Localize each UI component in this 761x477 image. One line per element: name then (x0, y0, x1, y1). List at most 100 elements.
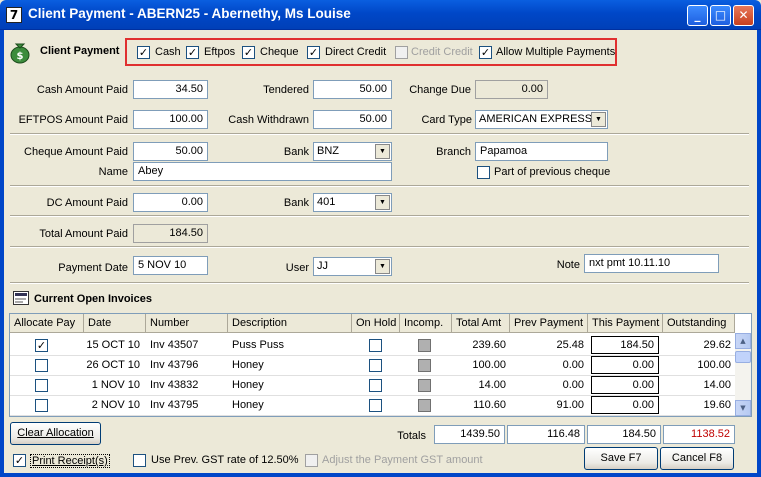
allocate-checkbox[interactable] (35, 379, 48, 392)
incomplete-checkbox (418, 399, 431, 412)
column-header-description[interactable]: Description (228, 314, 352, 333)
eftpos-checkbox[interactable]: ✓ (186, 46, 199, 59)
cheque-checkbox[interactable]: ✓ (242, 46, 255, 59)
totals-total-amt: 1439.50 (434, 425, 505, 444)
column-header-total-amt[interactable]: Total Amt (452, 314, 510, 333)
chevron-down-icon[interactable]: ▼ (375, 259, 390, 274)
vertical-scrollbar[interactable]: ▲ ▼ (735, 333, 751, 416)
column-header-incomp[interactable]: Incomp. (400, 314, 452, 333)
part-of-previous-cheque-checkbox[interactable] (477, 166, 490, 179)
on-hold-checkbox[interactable] (369, 379, 382, 392)
eftpos-label: Eftpos (204, 46, 236, 58)
column-header-outstanding[interactable]: Outstanding (663, 314, 735, 333)
scroll-up-icon[interactable]: ▲ (735, 333, 751, 349)
change-due-label: Change Due (409, 84, 471, 96)
total-amount-label: Total Amount Paid (39, 228, 128, 240)
print-receipts-checkbox[interactable]: ✓ (13, 454, 26, 467)
invoice-outstanding: 19.60 (703, 399, 731, 411)
column-header-this-payment[interactable]: This Payment (588, 314, 663, 333)
invoice-number: Inv 43832 (150, 379, 199, 391)
column-header-date[interactable]: Date (84, 314, 146, 333)
cash-checkbox[interactable]: ✓ (137, 46, 150, 59)
column-header-allocate-pay[interactable]: Allocate Pay (10, 314, 84, 333)
tendered-input[interactable]: 50.00 (313, 80, 392, 99)
payment-date-label: Payment Date (58, 262, 128, 274)
user-select[interactable]: JJ ▼ (313, 257, 392, 276)
divider (10, 246, 749, 248)
cheque-bank-label: Bank (283, 146, 309, 158)
cheque-bank-value: BNZ (317, 145, 339, 157)
invoice-total-amt: 110.60 (473, 399, 506, 411)
tendered-label: Tendered (263, 84, 309, 96)
adjust-gst-label: Adjust the Payment GST amount (322, 454, 483, 466)
cash-withdrawn-label: Cash Withdrawn (228, 114, 309, 126)
dc-amount-input[interactable]: 0.00 (133, 193, 208, 212)
allocate-checkbox[interactable] (35, 359, 48, 372)
payment-date-input[interactable]: 5 NOV 10 (133, 256, 208, 275)
invoice-outstanding: 100.00 (697, 359, 731, 371)
incomplete-checkbox (418, 339, 431, 352)
table-row[interactable]: ✓ 15 OCT 10 Inv 43507 Puss Puss 239.60 25.48 1… (10, 336, 735, 356)
column-header-number[interactable]: Number (146, 314, 228, 333)
cheque-name-input[interactable]: Abey (133, 162, 392, 181)
column-header-on-hold[interactable]: On Hold (352, 314, 400, 333)
card-type-select[interactable]: AMERICAN EXPRESS ▼ (475, 110, 608, 129)
cheque-amount-input[interactable]: 50.00 (133, 142, 208, 161)
cheque-bank-select[interactable]: BNZ ▼ (313, 142, 392, 161)
table-row[interactable]: 1 NOV 10 Inv 43832 Honey 14.00 0.00 0.00 14.00 (10, 376, 735, 396)
this-payment-input[interactable]: 184.50 (591, 336, 659, 354)
allow-multiple-payments-checkbox[interactable]: ✓ (479, 46, 492, 59)
on-hold-checkbox[interactable] (369, 399, 382, 412)
eftpos-amount-label: EFTPOS Amount Paid (18, 114, 128, 126)
scroll-down-icon[interactable]: ▼ (735, 400, 751, 416)
window-frame-left (0, 30, 4, 477)
this-payment-input[interactable]: 0.00 (591, 376, 659, 394)
clear-allocation-button[interactable]: Clear Allocation (10, 422, 101, 445)
scroll-thumb[interactable] (735, 351, 751, 363)
branch-input[interactable]: Papamoa (475, 142, 608, 161)
totals-outstanding: 1138.52 (663, 425, 735, 444)
window-title: Client Payment - ABERN25 - Abernethy, Ms… (28, 6, 351, 21)
client-payment-label: Client Payment (40, 45, 120, 57)
cheque-name-label: Name (98, 166, 128, 178)
invoices-table[interactable]: Allocate Pay Date Number Description On Hold… (9, 313, 752, 417)
app-icon[interactable]: 7 (6, 7, 22, 23)
change-due-field: 0.00 (475, 80, 548, 99)
incomplete-checkbox (418, 379, 431, 392)
chevron-down-icon[interactable]: ▼ (591, 112, 606, 127)
this-payment-input[interactable]: 0.00 (591, 396, 659, 414)
eftpos-amount-input[interactable]: 100.00 (133, 110, 208, 129)
invoice-date: 1 NOV 10 (91, 379, 140, 391)
incomplete-checkbox (418, 359, 431, 372)
chevron-down-icon[interactable]: ▼ (375, 144, 390, 159)
window-frame-right (757, 30, 761, 477)
this-payment-input[interactable]: 0.00 (591, 356, 659, 374)
totals-label: Totals (397, 430, 426, 442)
use-prev-gst-label: Use Prev. GST rate of 12.50% (151, 454, 299, 466)
use-prev-gst-checkbox[interactable] (133, 454, 146, 467)
allocate-checkbox[interactable]: ✓ (35, 339, 48, 352)
cash-withdrawn-input[interactable]: 50.00 (313, 110, 392, 129)
note-input[interactable]: nxt pmt 10.11.10 (584, 254, 719, 273)
invoice-date: 2 NOV 10 (91, 399, 140, 411)
on-hold-checkbox[interactable] (369, 339, 382, 352)
cancel-button[interactable]: Cancel F8 (660, 447, 734, 470)
adjust-gst-checkbox[interactable] (305, 454, 318, 467)
clear-allocation-label: Clear Allocation (17, 427, 94, 439)
allocate-checkbox[interactable] (35, 399, 48, 412)
on-hold-checkbox[interactable] (369, 359, 382, 372)
column-header-prev-payment[interactable]: Prev Payment (510, 314, 588, 333)
invoice-outstanding: 14.00 (703, 379, 731, 391)
close-button[interactable]: ✕ (733, 5, 754, 26)
save-button[interactable]: Save F7 (584, 447, 658, 470)
credit-credit-checkbox[interactable] (395, 46, 408, 59)
direct-credit-checkbox[interactable]: ✓ (307, 46, 320, 59)
maximize-button[interactable]: □ (710, 5, 731, 26)
dc-bank-select[interactable]: 401 ▼ (313, 193, 392, 212)
chevron-down-icon[interactable]: ▼ (375, 195, 390, 210)
cash-amount-input[interactable]: 34.50 (133, 80, 208, 99)
table-row[interactable]: 26 OCT 10 Inv 43796 Honey 100.00 0.00 0.00 100… (10, 356, 735, 376)
table-row[interactable]: 2 NOV 10 Inv 43795 Honey 110.60 91.00 0.00 19.… (10, 396, 735, 416)
print-receipts-label: Print Receipt(s) (30, 454, 110, 468)
minimize-button[interactable]: _ (687, 5, 708, 26)
